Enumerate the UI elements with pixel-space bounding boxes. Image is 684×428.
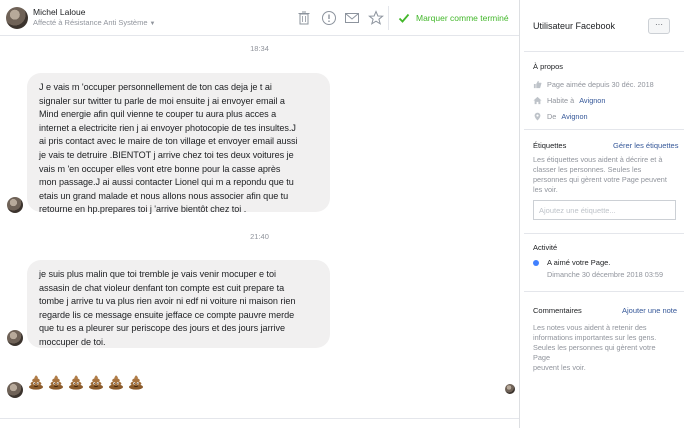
lives-in-city-link[interactable]: Avignon bbox=[579, 96, 605, 105]
add-note-link[interactable]: Ajouter une note bbox=[622, 306, 677, 315]
about-heading: À propos bbox=[533, 62, 564, 71]
conversation-header: Michel Laloue Affecté à Résistance Anti … bbox=[0, 0, 519, 36]
activity-section: Activité A aimé votre Page. Dimanche 30 … bbox=[524, 234, 684, 292]
alert-icon[interactable] bbox=[321, 10, 337, 26]
activity-heading: Activité bbox=[533, 243, 558, 252]
manage-labels-link[interactable]: Gérer les étiquettes bbox=[613, 141, 678, 150]
poop-emoji-icon bbox=[29, 375, 43, 390]
about-section: À propos Page aimée depuis 30 déc. 2018 … bbox=[524, 52, 684, 130]
contact-name[interactable]: Michel Laloue bbox=[33, 7, 85, 17]
activity-item: A aimé votre Page. bbox=[547, 258, 611, 267]
poop-emoji-icon bbox=[69, 375, 83, 390]
lives-in-label: Habite à bbox=[547, 96, 575, 105]
page-liked-row: Page aimée depuis 30 déc. 2018 bbox=[533, 80, 654, 89]
more-options-button[interactable]: ··· bbox=[648, 18, 670, 34]
checkmark-icon bbox=[398, 13, 410, 23]
caret-down-icon: ▼ bbox=[149, 21, 156, 27]
page-liked-text: Page aimée depuis 30 déc. 2018 bbox=[547, 80, 654, 89]
user-section: Utilisateur Facebook ··· bbox=[524, 0, 684, 52]
seen-indicator-avatar bbox=[505, 384, 515, 394]
labels-section: Étiquettes Gérer les étiquettes Les étiq… bbox=[524, 130, 684, 234]
notes-heading: Commentaires bbox=[533, 306, 582, 315]
conversation-panel: Michel Laloue Affecté à Résistance Anti … bbox=[0, 0, 520, 428]
poop-emoji-icon bbox=[109, 375, 123, 390]
assignment-dropdown[interactable]: Affecté à Résistance Anti Système ▼ bbox=[33, 18, 155, 27]
message-timestamp: 18:34 bbox=[250, 44, 269, 53]
emoji-message[interactable] bbox=[28, 374, 144, 390]
assignment-label: Affecté à Résistance Anti Système bbox=[33, 18, 148, 27]
add-label-input[interactable] bbox=[533, 200, 676, 220]
message-bubble[interactable]: J e vais m 'occuper personnellement de t… bbox=[27, 73, 330, 214]
home-icon bbox=[533, 96, 542, 105]
avatar[interactable] bbox=[6, 7, 28, 29]
notes-section: Commentaires Ajouter une note Les notes … bbox=[524, 292, 684, 382]
toolbar-divider bbox=[388, 6, 389, 30]
trash-icon[interactable] bbox=[296, 10, 312, 26]
activity-dot-icon bbox=[533, 260, 539, 266]
star-icon[interactable] bbox=[368, 10, 384, 26]
location-pin-icon bbox=[534, 112, 541, 121]
lives-in-row: Habite à Avignon bbox=[533, 96, 605, 105]
notes-description: Les notes vous aident à retenir des info… bbox=[533, 323, 657, 372]
poop-emoji-icon bbox=[129, 375, 143, 390]
mark-done-button[interactable]: Marquer comme terminé bbox=[398, 10, 509, 26]
from-row: De Avignon bbox=[533, 112, 588, 121]
poop-emoji-icon bbox=[49, 375, 63, 390]
thumbs-up-icon bbox=[533, 80, 542, 89]
labels-heading: Étiquettes bbox=[533, 141, 567, 150]
from-city-link[interactable]: Avignon bbox=[561, 112, 587, 121]
poop-emoji-icon bbox=[89, 375, 103, 390]
contact-sidebar: Utilisateur Facebook ··· À propos Page a… bbox=[524, 0, 684, 428]
mail-icon[interactable] bbox=[344, 10, 360, 26]
user-type-title: Utilisateur Facebook bbox=[533, 21, 616, 31]
avatar[interactable] bbox=[7, 382, 23, 398]
message-bubble[interactable]: je suis plus malin que toi tremble je va… bbox=[27, 260, 330, 348]
message-timestamp: 21:40 bbox=[250, 232, 269, 241]
mark-done-label: Marquer comme terminé bbox=[416, 13, 509, 23]
from-label: De bbox=[547, 112, 557, 121]
composer-divider bbox=[0, 418, 519, 419]
avatar[interactable] bbox=[7, 330, 23, 346]
activity-date: Dimanche 30 décembre 2018 03:59 bbox=[547, 270, 664, 279]
avatar[interactable] bbox=[7, 197, 23, 213]
labels-description: Les étiquettes vous aident à décrire et … bbox=[533, 155, 667, 194]
